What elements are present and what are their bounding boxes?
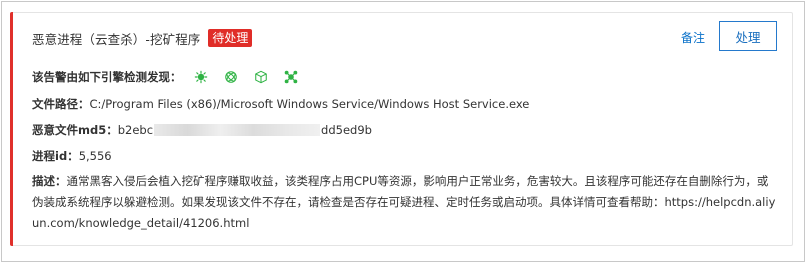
md5-prefix: b2ebc <box>117 123 154 137</box>
handle-button[interactable]: 处理 <box>719 21 777 51</box>
alert-card: 恶意进程（云查杀）-挖矿程序 待处理 备注 处理 该告警由如下引擎检测发现： 文… <box>10 12 793 246</box>
network-engine-icon <box>284 70 297 84</box>
md5-label: 恶意文件md5： <box>32 123 118 137</box>
engines-row: 该告警由如下引擎检测发现： <box>32 69 298 85</box>
window-frame: 恶意进程（云查杀）-挖矿程序 待处理 备注 处理 该告警由如下引擎检测发现： 文… <box>1 1 805 262</box>
alert-title: 恶意进程（云查杀）-挖矿程序 <box>32 31 201 47</box>
file-path-row: 文件路径： C:/Program Files (x86)/Microsoft W… <box>32 96 529 112</box>
status-badge: 待处理 <box>208 29 253 47</box>
pid-row: 进程id： 5,556 <box>32 148 112 164</box>
md5-redacted-block <box>154 124 321 136</box>
note-link[interactable]: 备注 <box>681 29 705 46</box>
description-text: 通常黑客入侵后会植入挖矿程序赚取收益，该类程序占用CPU等资源，影响用户正常业务… <box>32 174 776 230</box>
engines-label: 该告警由如下引擎检测发现： <box>32 70 182 84</box>
alert-title-row: 恶意进程（云查杀）-挖矿程序 待处理 <box>32 27 253 49</box>
md5-row: 恶意文件md5： b2ebc dd5ed9b <box>32 122 372 138</box>
handle-button-label: 处理 <box>735 29 761 45</box>
description: 描述：通常黑客入侵后会植入挖矿程序赚取收益，该类程序占用CPU等资源，影响用户正… <box>32 171 778 234</box>
file-path-label: 文件路径： <box>32 97 90 111</box>
file-path-value: C:/Program Files (x86)/Microsoft Windows… <box>89 97 530 111</box>
sandbox-cube-icon <box>254 70 267 84</box>
description-label: 描述： <box>32 174 67 188</box>
virus-engine-icon <box>194 70 207 84</box>
engine-icons <box>188 70 298 84</box>
md5-suffix: dd5ed9b <box>321 123 372 137</box>
pid-value: 5,556 <box>78 149 112 163</box>
pid-label: 进程id： <box>32 149 79 163</box>
severity-accent-bar <box>10 12 13 246</box>
cloud-engine-icon <box>224 71 237 83</box>
